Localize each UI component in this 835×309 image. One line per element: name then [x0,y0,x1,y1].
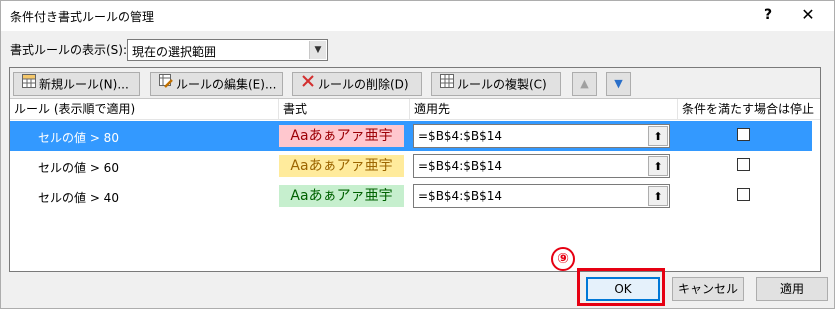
collapse-range-icon[interactable]: ⬆ [648,126,668,146]
format-preview: Aaあぁアァ亜宇 [279,185,404,207]
close-button[interactable]: ✕ [796,5,820,25]
rule-row[interactable]: セルの値 > 40 Aaあぁアァ亜宇 =$B$4:$B$14 ⬆ [10,181,812,211]
applies-to-value: =$B$4:$B$14 [418,129,503,143]
edit-rule-icon [159,73,173,95]
help-button[interactable]: ? [758,5,778,25]
new-rule-label: 新規ルール(N)... [39,77,129,92]
edit-rule-label: ルールの編集(E)... [176,77,277,92]
chevron-down-icon: ▼ [614,77,623,90]
delete-rule-label: ルールの削除(D) [318,77,409,92]
stop-if-true-checkbox[interactable] [737,128,750,141]
rule-name: セルの値 > 40 [38,191,119,205]
collapse-range-icon[interactable]: ⬆ [648,156,668,176]
format-preview: Aaあぁアァ亜宇 [279,155,404,177]
rules-list: ルール (表示順で適用) 書式 適用先 条件を満たす場合は停止 セルの値 > 8… [10,98,820,271]
rule-row[interactable]: セルの値 > 80 Aaあぁアァ亜宇 =$B$4:$B$14 ⬆ [10,121,812,151]
delete-x-icon [301,73,315,95]
applies-to-value: =$B$4:$B$14 [418,159,503,173]
apply-button[interactable]: 適用 [756,277,828,301]
edit-rule-button[interactable]: ルールの編集(E)... [150,72,283,96]
show-rules-label: 書式ルールの表示(S): [10,43,128,57]
step-marker: ⑨ [551,247,575,271]
show-rules-dropdown[interactable]: 現在の選択範囲 ▼ [127,39,328,61]
duplicate-rule-icon [440,73,454,95]
move-down-button[interactable]: ▼ [606,72,631,96]
ok-button[interactable]: OK [586,277,660,301]
rule-name: セルの値 > 60 [38,161,119,175]
column-header-format[interactable]: 書式 [279,99,410,120]
dialog-title: 条件付き書式ルールの管理 [10,10,155,24]
duplicate-rule-button[interactable]: ルールの複製(C) [431,72,561,96]
rule-name: セルの値 > 80 [38,131,119,145]
collapse-range-icon[interactable]: ⬆ [648,186,668,206]
move-up-button[interactable]: ▲ [572,72,597,96]
cancel-button[interactable]: キャンセル [672,277,744,301]
conditional-formatting-rules-manager-dialog: 条件付き書式ルールの管理 ? ✕ 書式ルールの表示(S): 現在の選択範囲 ▼ … [0,0,835,309]
chevron-down-icon[interactable]: ▼ [309,41,326,59]
applies-to-field[interactable]: =$B$4:$B$14 ⬆ [413,124,670,148]
rule-row[interactable]: セルの値 > 60 Aaあぁアァ亜宇 =$B$4:$B$14 ⬆ [10,151,812,181]
show-rules-value: 現在の選択範囲 [132,45,217,59]
chevron-up-icon: ▲ [580,77,589,90]
new-rule-button[interactable]: 新規ルール(N)... [13,72,140,96]
column-header-applies-to[interactable]: 適用先 [410,99,678,120]
new-rule-icon [22,73,36,95]
title-bar: 条件付き書式ルールの管理 ? ✕ [1,1,834,31]
applies-to-value: =$B$4:$B$14 [418,189,503,203]
rules-panel: 新規ルール(N)... ルールの編集(E)... ルールの削除(D) ルールの複… [9,67,821,272]
duplicate-rule-label: ルールの複製(C) [457,77,547,92]
applies-to-field[interactable]: =$B$4:$B$14 ⬆ [413,154,670,178]
stop-if-true-checkbox[interactable] [737,158,750,171]
delete-rule-button[interactable]: ルールの削除(D) [292,72,422,96]
applies-to-field[interactable]: =$B$4:$B$14 ⬆ [413,184,670,208]
rules-list-header: ルール (表示順で適用) 書式 適用先 条件を満たす場合は停止 [10,99,820,120]
format-preview: Aaあぁアァ亜宇 [279,125,404,147]
column-header-stop-if-true[interactable]: 条件を満たす場合は停止 [678,99,814,120]
stop-if-true-checkbox[interactable] [737,188,750,201]
column-header-rule[interactable]: ルール (表示順で適用) [10,99,279,120]
